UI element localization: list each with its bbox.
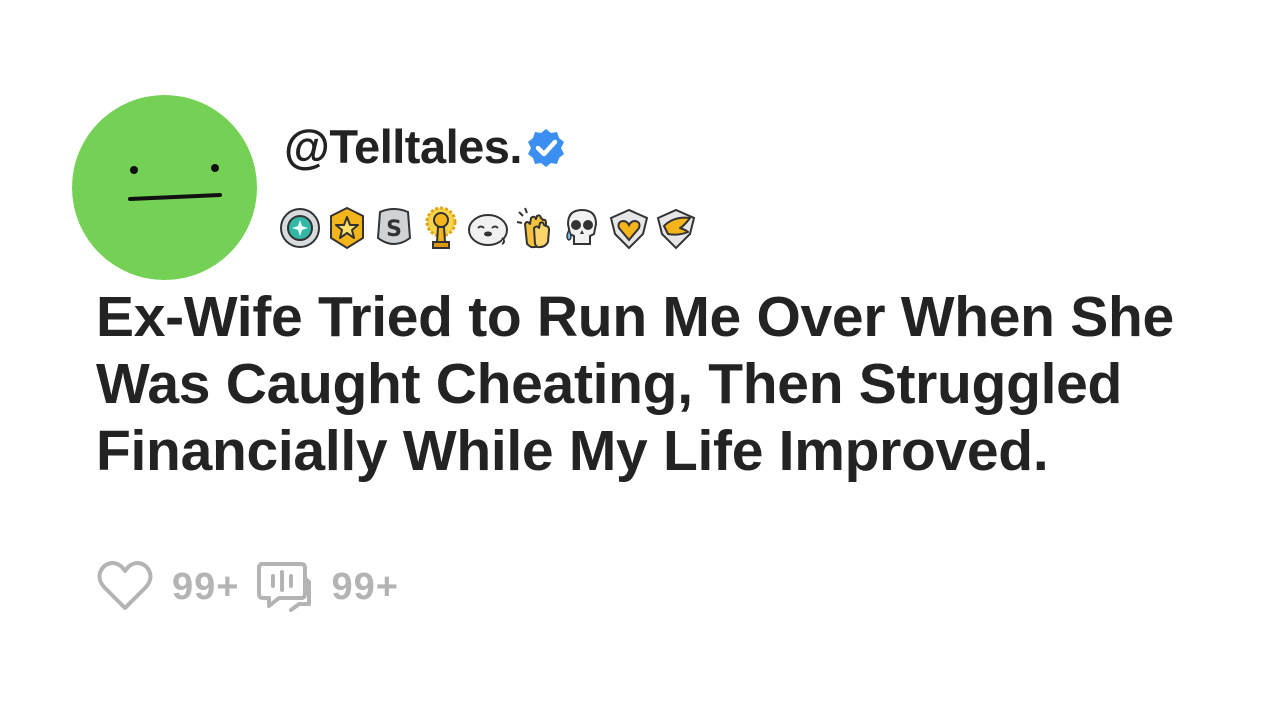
post-title: Ex-Wife Tried to Run Me Over When She Wa… [96, 285, 1174, 483]
verified-badge-icon [528, 129, 564, 167]
comments-count: 99+ [331, 565, 399, 608]
silver-s-badge-icon[interactable]: S [372, 204, 416, 252]
svg-text:S: S [386, 217, 402, 242]
heart-shield-icon[interactable] [607, 204, 651, 252]
seal-face-icon[interactable] [466, 204, 510, 252]
wing-shield-icon[interactable] [654, 204, 698, 252]
author-handle[interactable]: @Telltales. [284, 119, 523, 174]
gold-trophy-icon[interactable] [419, 204, 463, 252]
crying-skull-icon[interactable] [560, 204, 604, 252]
comment-icon[interactable] [255, 560, 313, 614]
neutral-face-icon [128, 164, 222, 201]
avatar[interactable] [72, 95, 257, 280]
author-row: @Telltales. [284, 118, 568, 174]
heart-icon[interactable] [96, 560, 154, 614]
gem-medal-icon[interactable] [278, 204, 322, 252]
gold-star-badge-icon[interactable] [325, 204, 369, 252]
post-stats: 99+ 99+ [96, 560, 415, 614]
clapping-hands-icon[interactable] [513, 204, 557, 252]
likes-count: 99+ [172, 565, 240, 608]
awards-row: S [278, 204, 701, 252]
